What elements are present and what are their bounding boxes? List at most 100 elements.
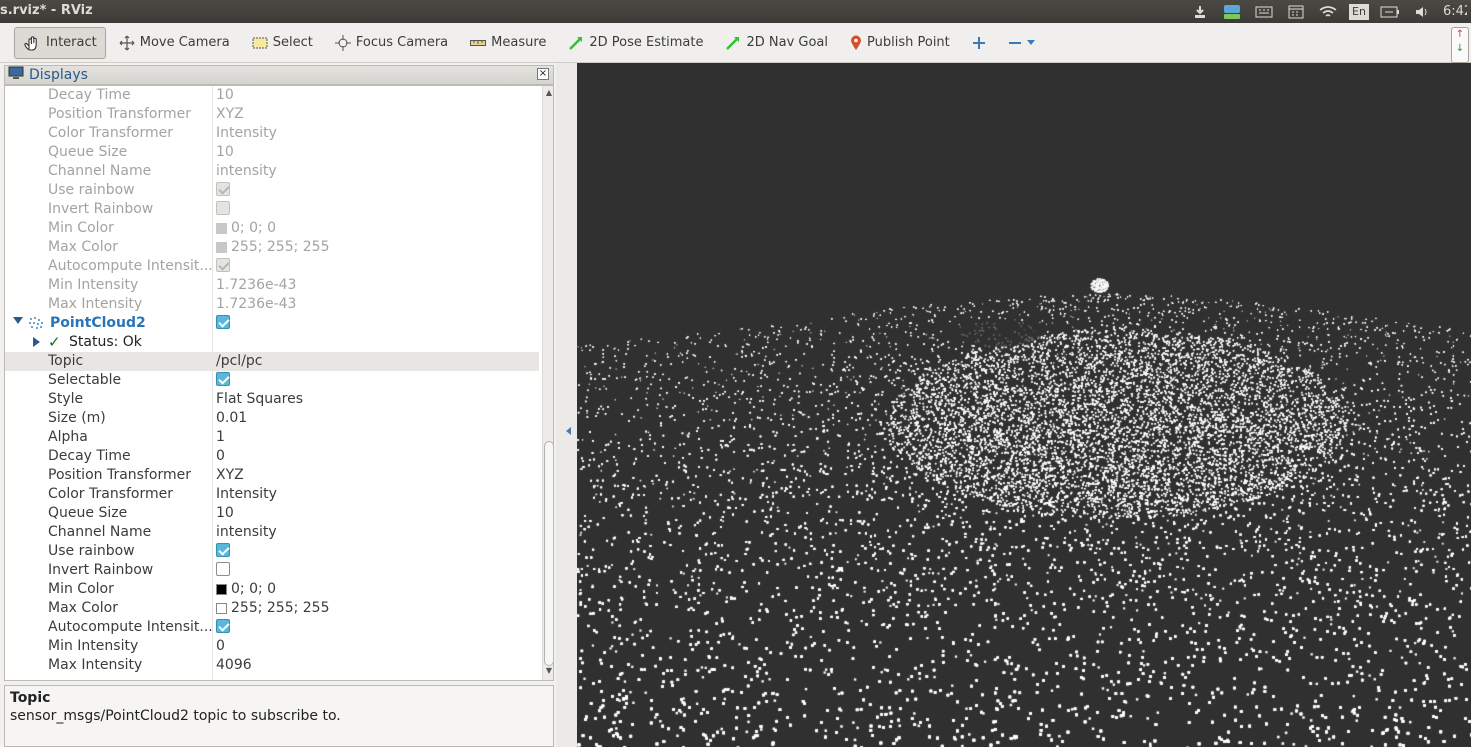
color-swatch[interactable] xyxy=(216,583,227,595)
property-value[interactable]: XYZ xyxy=(216,467,244,483)
tool-2d-nav-goal[interactable]: 2D Nav Goal xyxy=(716,27,837,59)
property-row[interactable]: Topic/pcl/pc xyxy=(5,352,539,371)
property-row[interactable]: Color Transformer Intensity xyxy=(5,124,539,143)
display-enabled-checkbox[interactable] xyxy=(216,315,230,329)
property-row[interactable]: Invert Rainbow xyxy=(5,200,539,219)
property-value[interactable]: intensity xyxy=(216,163,277,179)
tool-measure[interactable]: Measure xyxy=(461,27,555,59)
toolbar-overflow-button[interactable]: ↑ ↓ xyxy=(1451,27,1469,63)
property-value[interactable]: Intensity xyxy=(216,486,277,502)
render-viewport[interactable] xyxy=(577,63,1471,747)
property-row[interactable]: Color Transformer Intensity xyxy=(5,485,539,504)
property-row[interactable]: Alpha 1 xyxy=(5,428,539,447)
battery-icon[interactable] xyxy=(1379,4,1401,20)
property-row[interactable]: Use rainbow xyxy=(5,181,539,200)
property-row[interactable]: Channel Name intensity xyxy=(5,523,539,542)
property-row[interactable]: Decay Time 0 xyxy=(5,447,539,466)
wifi-icon[interactable] xyxy=(1317,4,1339,20)
color-swatch[interactable] xyxy=(216,241,227,253)
property-row[interactable]: Position Transformer XYZ xyxy=(5,105,539,124)
property-value[interactable]: /pcl/pc xyxy=(216,353,263,369)
property-row[interactable]: Max Intensity 4096 xyxy=(5,656,539,675)
property-row[interactable]: Autocompute Intensit... xyxy=(5,257,539,276)
tree-scrollbar[interactable]: ▲ ▼ xyxy=(542,86,553,680)
property-value[interactable]: 10 xyxy=(216,87,234,103)
clock[interactable]: 6:42 xyxy=(1443,4,1467,19)
property-checkbox[interactable] xyxy=(216,258,230,272)
remove-tool-button[interactable] xyxy=(999,27,1044,59)
property-value[interactable]: 255; 255; 255 xyxy=(216,239,330,255)
tool-move-camera[interactable]: Move Camera xyxy=(110,27,239,59)
collapsed-arrow-icon[interactable] xyxy=(33,337,40,347)
property-row[interactable]: Max Intensity 1.7236e-43 xyxy=(5,295,539,314)
scroll-up-icon[interactable]: ▲ xyxy=(544,88,553,98)
property-row[interactable]: Min Intensity 0 xyxy=(5,637,539,656)
property-value[interactable] xyxy=(216,258,234,272)
collapse-left-icon[interactable] xyxy=(566,427,571,435)
property-row[interactable]: Invert Rainbow xyxy=(5,561,539,580)
property-value[interactable]: 255; 255; 255 xyxy=(216,600,330,616)
property-row[interactable]: Use rainbow xyxy=(5,542,539,561)
property-row[interactable]: Style Flat Squares xyxy=(5,390,539,409)
panel-splitter[interactable] xyxy=(556,63,577,747)
property-checkbox[interactable] xyxy=(216,562,230,576)
property-value[interactable]: 0; 0; 0 xyxy=(216,581,276,597)
property-checkbox[interactable] xyxy=(216,182,230,196)
property-value[interactable] xyxy=(216,201,234,215)
property-row[interactable]: Queue Size 10 xyxy=(5,143,539,162)
scroll-down-icon[interactable]: ▼ xyxy=(544,666,553,676)
tool-select[interactable]: Select xyxy=(243,27,322,59)
property-value[interactable]: 0; 0; 0 xyxy=(216,220,276,236)
property-value[interactable] xyxy=(216,562,234,576)
property-value[interactable]: Intensity xyxy=(216,125,277,141)
property-row[interactable]: Max Color 255; 255; 255 xyxy=(5,599,539,618)
display-pointcloud2[interactable]: PointCloud2 xyxy=(5,314,539,333)
keyboard-icon[interactable] xyxy=(1253,4,1275,20)
scroll-thumb[interactable] xyxy=(544,441,553,666)
language-indicator[interactable]: En xyxy=(1349,3,1369,20)
volume-icon[interactable] xyxy=(1411,4,1433,20)
calendar-icon[interactable] xyxy=(1285,4,1307,20)
network-drive-icon[interactable] xyxy=(1221,4,1243,20)
tool-focus-camera[interactable]: Focus Camera xyxy=(326,27,457,59)
property-row[interactable]: Decay Time 10 xyxy=(5,86,539,105)
property-value[interactable]: 4096 xyxy=(216,657,252,673)
point-cloud-render[interactable] xyxy=(577,63,1471,747)
property-checkbox[interactable] xyxy=(216,372,230,386)
property-value[interactable]: 1.7236e-43 xyxy=(216,277,296,293)
property-row[interactable]: Queue Size 10 xyxy=(5,504,539,523)
property-value[interactable]: 10 xyxy=(216,505,234,521)
property-value[interactable]: 0 xyxy=(216,448,225,464)
color-swatch[interactable] xyxy=(216,222,227,234)
tool-2d-pose-estimate[interactable]: 2D Pose Estimate xyxy=(559,27,712,59)
property-row[interactable]: Selectable xyxy=(5,371,539,390)
property-row[interactable]: Min Color 0; 0; 0 xyxy=(5,580,539,599)
tool-publish-point[interactable]: Publish Point xyxy=(841,27,959,59)
property-row[interactable]: Position Transformer XYZ xyxy=(5,466,539,485)
property-value[interactable] xyxy=(216,619,234,633)
property-value[interactable]: Flat Squares xyxy=(216,391,303,407)
close-icon[interactable]: × xyxy=(537,68,549,80)
property-checkbox[interactable] xyxy=(216,619,230,633)
property-value[interactable]: 1.7236e-43 xyxy=(216,296,296,312)
property-row[interactable]: Min Intensity 1.7236e-43 xyxy=(5,276,539,295)
property-value[interactable]: 0 xyxy=(216,638,225,654)
property-row[interactable]: Size (m) 0.01 xyxy=(5,409,539,428)
property-value[interactable]: 1 xyxy=(216,429,225,445)
property-checkbox[interactable] xyxy=(216,543,230,557)
property-value[interactable] xyxy=(216,372,234,386)
property-value[interactable] xyxy=(216,182,234,196)
property-checkbox[interactable] xyxy=(216,201,230,215)
add-tool-button[interactable] xyxy=(963,27,995,59)
property-row[interactable]: Min Color 0; 0; 0 xyxy=(5,219,539,238)
tool-interact[interactable]: Interact xyxy=(14,26,106,59)
property-row[interactable]: Max Color 255; 255; 255 xyxy=(5,238,539,257)
property-value[interactable]: 0.01 xyxy=(216,410,247,426)
color-swatch[interactable] xyxy=(216,602,227,614)
download-icon[interactable] xyxy=(1189,4,1211,20)
status-row[interactable]: ✓ Status: Ok xyxy=(5,333,539,352)
property-value[interactable]: XYZ xyxy=(216,106,244,122)
display-property-tree[interactable]: Decay Time 10 Position Transformer XYZ Color… xyxy=(4,85,554,681)
property-row[interactable]: Channel Name intensity xyxy=(5,162,539,181)
property-value[interactable]: intensity xyxy=(216,524,277,540)
